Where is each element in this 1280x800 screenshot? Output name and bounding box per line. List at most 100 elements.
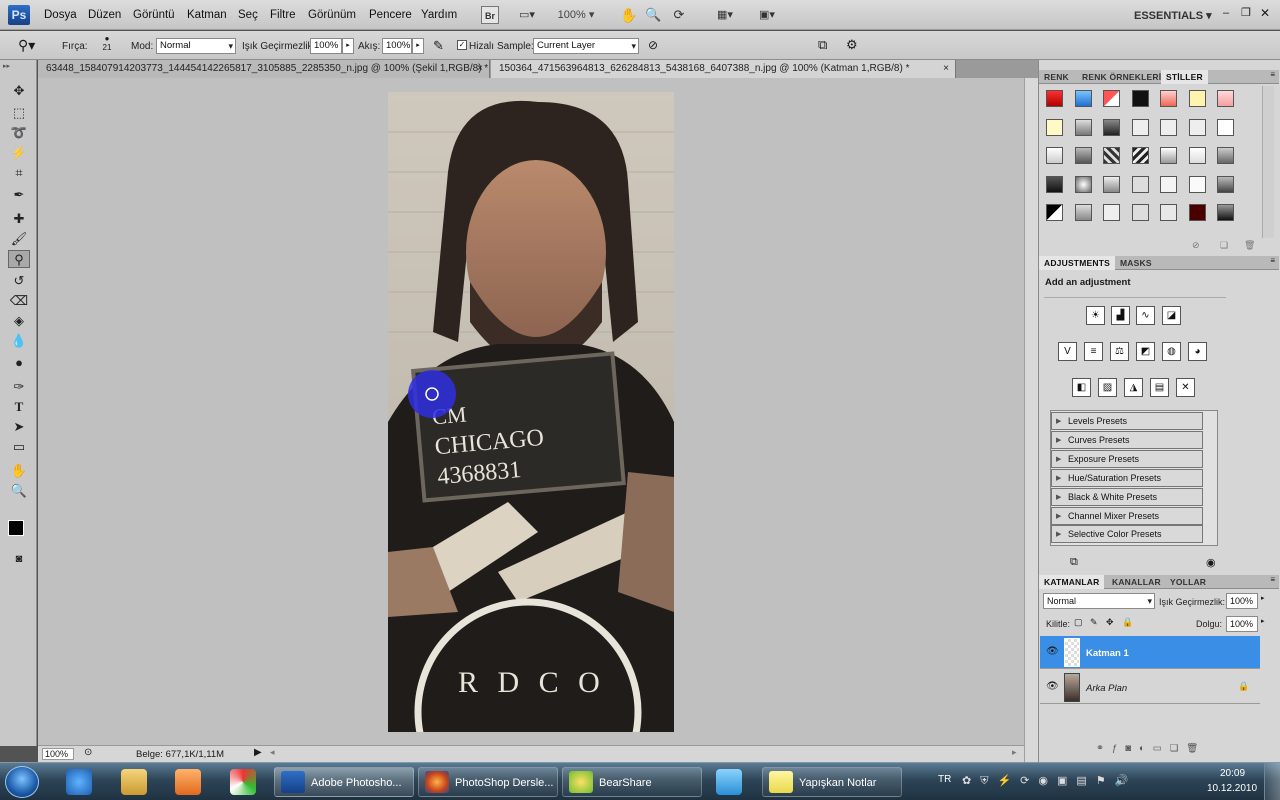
- style-swatch[interactable]: [1046, 204, 1063, 221]
- dodge-tool-icon[interactable]: ●: [8, 354, 30, 372]
- status-arrow-icon[interactable]: ▶: [254, 747, 262, 758]
- paint-bucket-icon[interactable]: ◈: [8, 312, 30, 330]
- style-swatch[interactable]: [1217, 147, 1234, 164]
- preset-levels[interactable]: Levels Presets: [1051, 412, 1203, 430]
- canvas-area[interactable]: CM CHICAGO 4368831 R D C O: [38, 78, 1024, 745]
- menu-dosya[interactable]: Dosya: [44, 9, 77, 21]
- arrange-documents-button[interactable]: ▦▾: [710, 6, 740, 24]
- status-zoom[interactable]: 100%: [42, 748, 74, 760]
- menu-yardim[interactable]: Yardım: [421, 9, 457, 21]
- new-layer-icon[interactable]: ❏: [1170, 743, 1187, 754]
- lock-transparent-icon[interactable]: ▢: [1074, 617, 1083, 628]
- minimize-icon[interactable]: –: [1223, 7, 1229, 19]
- tray-shield-icon[interactable]: ⛨: [980, 775, 997, 787]
- style-swatch[interactable]: [1188, 118, 1206, 136]
- menu-katman[interactable]: Katman: [187, 9, 227, 21]
- panel-menu-icon[interactable]: ≡: [1270, 575, 1275, 584]
- language-indicator[interactable]: TR: [938, 774, 951, 785]
- panel-menu-icon[interactable]: ≡: [1270, 256, 1275, 265]
- layer-name[interactable]: Katman 1: [1086, 648, 1129, 659]
- taskbar-photoshop[interactable]: Adobe Photosho...: [274, 767, 414, 797]
- view-extras-button[interactable]: ▭▾: [512, 6, 542, 24]
- menu-gorunum[interactable]: Görünüm: [308, 9, 356, 21]
- eyedropper-icon[interactable]: ✒: [8, 186, 30, 204]
- zoom-tool-icon[interactable]: 🔍: [8, 482, 30, 500]
- restore-icon[interactable]: ❐: [1241, 6, 1251, 19]
- menu-filtre[interactable]: Filtre: [270, 9, 296, 21]
- collapse-icon[interactable]: ▸▸: [3, 62, 10, 70]
- styles-scrollbar[interactable]: [1262, 86, 1274, 238]
- layer-blend-mode-select[interactable]: Normal: [1043, 593, 1155, 609]
- style-swatch[interactable]: [1103, 147, 1120, 164]
- tab-katmanlar[interactable]: KATMANLAR: [1039, 575, 1105, 589]
- preset-curves[interactable]: Curves Presets: [1051, 431, 1203, 449]
- crop-tool-icon[interactable]: ⌗: [8, 164, 30, 182]
- bridge-button[interactable]: Br: [481, 6, 499, 24]
- style-swatch[interactable]: [1131, 175, 1149, 193]
- pen-tool-icon[interactable]: ✑: [8, 378, 30, 396]
- style-swatch[interactable]: [1217, 204, 1234, 221]
- magic-wand-icon[interactable]: ⚡: [8, 144, 30, 162]
- preset-channel-mixer[interactable]: Channel Mixer Presets: [1051, 507, 1203, 525]
- tray-network-icon[interactable]: ▤: [1076, 775, 1095, 787]
- opacity-arrow-icon[interactable]: ▸: [342, 38, 354, 54]
- path-selection-icon[interactable]: ➤: [8, 418, 30, 436]
- posterize-icon[interactable]: ▨: [1098, 378, 1117, 397]
- clone-stamp-tool-icon[interactable]: ⚲▾: [18, 37, 35, 54]
- style-swatch[interactable]: [1131, 90, 1149, 107]
- style-swatch[interactable]: [1188, 204, 1206, 221]
- menu-goruntu[interactable]: Görüntü: [133, 9, 175, 21]
- no-style-icon[interactable]: ⊘: [1192, 240, 1200, 251]
- fill-arrow-icon[interactable]: ▸: [1261, 617, 1265, 625]
- aligned-checkbox[interactable]: ✓: [457, 40, 467, 50]
- internet-explorer-icon[interactable]: [66, 769, 92, 795]
- sample-select[interactable]: Current Layer: [533, 38, 639, 54]
- style-swatch[interactable]: [1131, 204, 1149, 221]
- lock-position-icon[interactable]: ✥: [1106, 617, 1114, 628]
- hue-saturation-icon[interactable]: ≡: [1084, 342, 1103, 361]
- preset-hue-saturation[interactable]: Hue/Saturation Presets: [1051, 469, 1203, 487]
- tab-document-1[interactable]: 63448_158407914203773_144454142265817_31…: [38, 60, 490, 78]
- panel-menu-icon[interactable]: ≡: [1270, 70, 1275, 79]
- preset-exposure[interactable]: Exposure Presets: [1051, 450, 1203, 468]
- blur-tool-icon[interactable]: 💧: [8, 332, 30, 350]
- hand-tool-icon[interactable]: ✋: [8, 462, 30, 480]
- type-tool-icon[interactable]: T: [8, 398, 30, 416]
- gradient-map-icon[interactable]: ▤: [1150, 378, 1169, 397]
- eraser-icon[interactable]: ⌫: [8, 292, 30, 310]
- clock-date[interactable]: 10.12.2010: [1207, 783, 1257, 794]
- link-layers-icon[interactable]: ⚭: [1096, 743, 1112, 754]
- visibility-eye-icon[interactable]: 👁: [1046, 646, 1059, 657]
- menu-sec[interactable]: Seç: [238, 9, 258, 21]
- invert-icon[interactable]: ◧: [1072, 378, 1091, 397]
- tab-yollar[interactable]: YOLLAR: [1165, 575, 1211, 589]
- photoshop-logo[interactable]: Ps: [8, 5, 30, 25]
- style-swatch[interactable]: [1160, 175, 1177, 193]
- layer-name[interactable]: Arka Plan: [1086, 683, 1127, 694]
- screen-mode-button[interactable]: ▣▾: [752, 6, 782, 24]
- tab-kanallar[interactable]: KANALLAR: [1107, 575, 1166, 589]
- taskbar-sticky-notes[interactable]: Yapışkan Notlar: [762, 767, 902, 797]
- style-swatch[interactable]: [1160, 204, 1177, 221]
- tab-document-2[interactable]: 150364_471563964813_626284813_5438168_64…: [491, 60, 956, 78]
- flow-arrow-icon[interactable]: ▸: [412, 38, 424, 54]
- style-swatch[interactable]: [1074, 90, 1092, 107]
- marquee-tool-icon[interactable]: ⬚: [8, 104, 30, 122]
- media-player-icon[interactable]: [175, 769, 201, 795]
- style-swatch[interactable]: [1188, 90, 1206, 107]
- style-swatch[interactable]: [1074, 118, 1092, 136]
- style-swatch[interactable]: [1074, 147, 1092, 164]
- delete-style-icon[interactable]: 🗑: [1244, 240, 1255, 251]
- style-swatch[interactable]: [1188, 147, 1206, 164]
- scroll-left-icon[interactable]: ◂: [270, 747, 275, 758]
- healing-brush-icon[interactable]: ✚: [8, 210, 30, 228]
- style-swatch[interactable]: [1074, 204, 1092, 221]
- workspace-switcher[interactable]: ESSENTIALS ▾: [1134, 9, 1212, 22]
- tab-renk-ornekleri[interactable]: RENK ÖRNEKLERİ: [1077, 70, 1166, 84]
- show-desktop-button[interactable]: [1264, 763, 1280, 800]
- ignore-adjustment-icon[interactable]: ⊘: [648, 38, 658, 52]
- status-menu-icon[interactable]: ⊙: [84, 747, 92, 758]
- scroll-right-icon[interactable]: ▸: [1012, 747, 1017, 758]
- style-swatch[interactable]: [1046, 175, 1063, 193]
- threshold-icon[interactable]: ◮: [1124, 378, 1143, 397]
